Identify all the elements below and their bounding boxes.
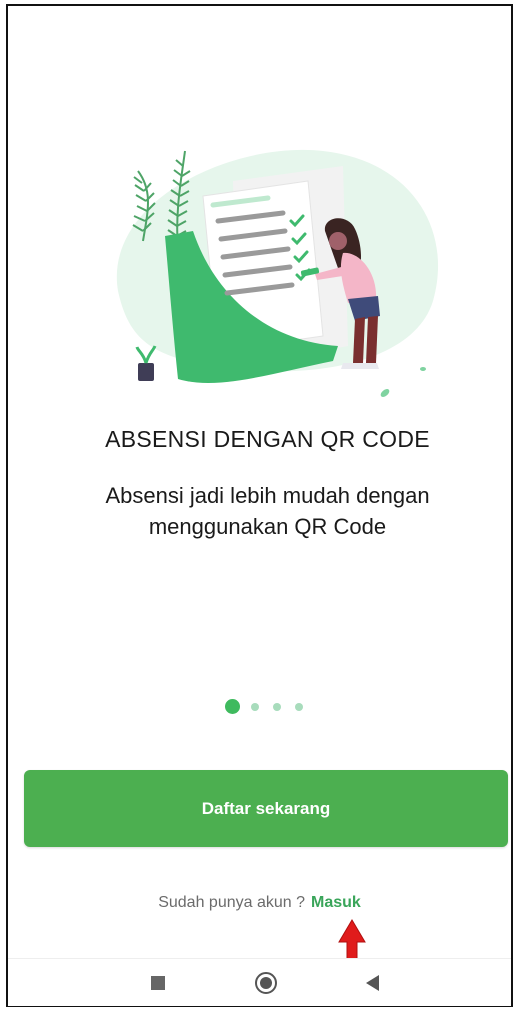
- page-indicator: [0, 698, 519, 718]
- triangle-back-icon: [365, 974, 379, 991]
- page-dot[interactable]: [273, 703, 281, 711]
- login-prompt-row: Sudah punya akun ? Masuk: [0, 894, 519, 912]
- circle-icon: [255, 971, 277, 994]
- login-prompt-text: Sudah punya akun ?: [158, 894, 305, 911]
- home-button[interactable]: [236, 959, 296, 1006]
- register-button[interactable]: Daftar sekarang: [24, 770, 508, 847]
- page-dot[interactable]: [251, 703, 259, 711]
- recents-button[interactable]: [128, 959, 188, 1006]
- phone-screen: ABSENSI DENGAN QR CODE Absensi jadi lebi…: [6, 4, 513, 1007]
- onboarding-title: ABSENSI DENGAN QR CODE: [105, 426, 430, 452]
- page-dot[interactable]: [295, 703, 303, 711]
- system-navigation-bar: [8, 958, 511, 1006]
- checklist-document-illustration: [116, 149, 439, 397]
- login-link[interactable]: Masuk: [311, 894, 361, 911]
- square-icon: [151, 975, 165, 990]
- onboarding-description: Absensi jadi lebih mudah dengan mengguna…: [105, 483, 430, 539]
- back-button[interactable]: [342, 959, 402, 1006]
- page-dot-active[interactable]: [225, 699, 240, 714]
